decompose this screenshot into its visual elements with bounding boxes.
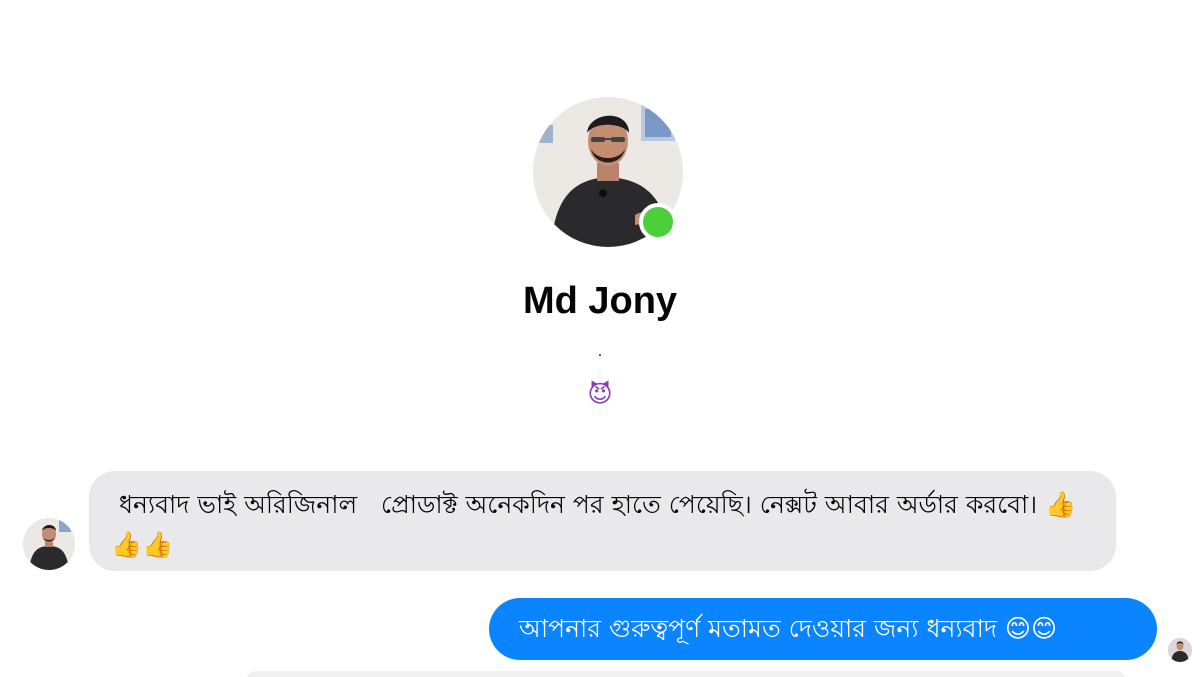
outgoing-message-bubble[interactable]: আপনার গুরুত্বপূর্ণ মতামত দেওয়ার জন্য ধন… — [489, 598, 1157, 660]
read-receipt-avatar — [1168, 638, 1192, 662]
read-receipt-photo-illustration — [1168, 638, 1192, 662]
sender-avatar[interactable] — [23, 518, 75, 570]
next-message-bubble-edge — [246, 671, 1126, 677]
sender-photo-illustration — [23, 518, 75, 570]
online-status-dot — [639, 203, 677, 241]
profile-bio-line: . — [597, 344, 603, 360]
profile-bio-emoji: 😈 — [587, 380, 613, 408]
chat-screen: Md Jony . 😈 ধন্যবাদ ভাই অরিজিনাল প্রোডাক… — [0, 0, 1200, 677]
incoming-message-bubble[interactable]: ধন্যবাদ ভাই অরিজিনাল প্রোডাক্ট অনেকদিন প… — [89, 471, 1116, 571]
profile-name: Md Jony — [522, 280, 678, 322]
